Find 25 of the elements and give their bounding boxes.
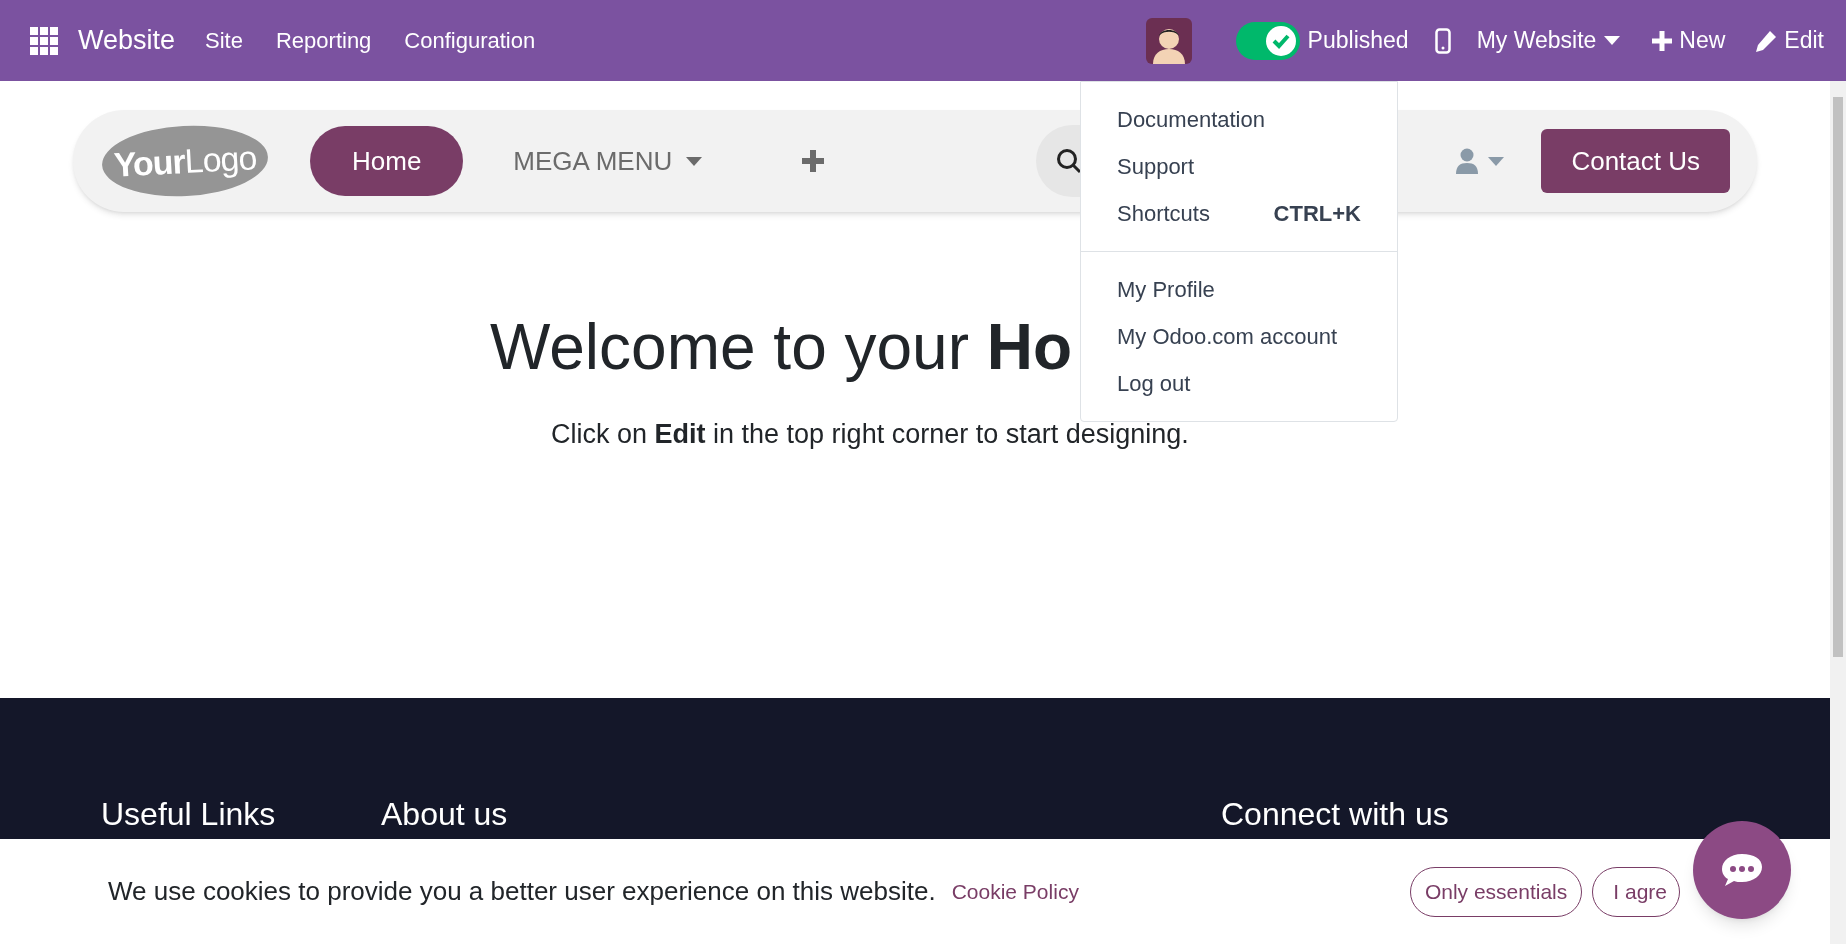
contact-us-button[interactable]: Contact Us — [1541, 129, 1730, 193]
app-title[interactable]: Website — [78, 20, 176, 61]
new-button[interactable]: New — [1652, 23, 1726, 58]
nav-link[interactable]: MEGA MENU — [471, 126, 745, 196]
edit-button[interactable]: Edit — [1755, 23, 1824, 58]
menu-item[interactable]: Support — [1081, 143, 1397, 190]
menu-item[interactable]: My Odoo.com account — [1081, 313, 1397, 360]
footer-heading: Useful Links — [101, 798, 277, 830]
menu-item[interactable]: Reporting — [275, 24, 372, 57]
menu-item[interactable]: Documentation — [1081, 96, 1397, 143]
cookie-message: We use cookies to provide you a better user experience on this website. — [108, 875, 936, 908]
shortcut-label: CTRL+K — [1273, 200, 1361, 228]
footer-heading: About us — [381, 798, 509, 830]
publish-label: Published — [1307, 26, 1409, 56]
menu-item[interactable]: Shortcuts CTRL+K — [1081, 190, 1397, 237]
cookie-policy-link[interactable]: Cookie Policy — [951, 875, 1079, 908]
menu-item[interactable]: Site — [205, 24, 243, 57]
website-switcher[interactable]: My Website — [1476, 23, 1621, 58]
menu-item[interactable]: Log out — [1081, 360, 1397, 407]
menu-item[interactable]: Configuration — [404, 24, 536, 57]
nav-link[interactable]: Home — [310, 126, 464, 196]
cookie-button[interactable]: I agre — [1592, 866, 1680, 917]
hero-subtitle: Click on Edit in the top right corner to start designing. — [551, 421, 1189, 448]
footer-heading: Connect with us — [1221, 798, 1449, 830]
menu-item[interactable]: My Profile — [1081, 266, 1397, 313]
